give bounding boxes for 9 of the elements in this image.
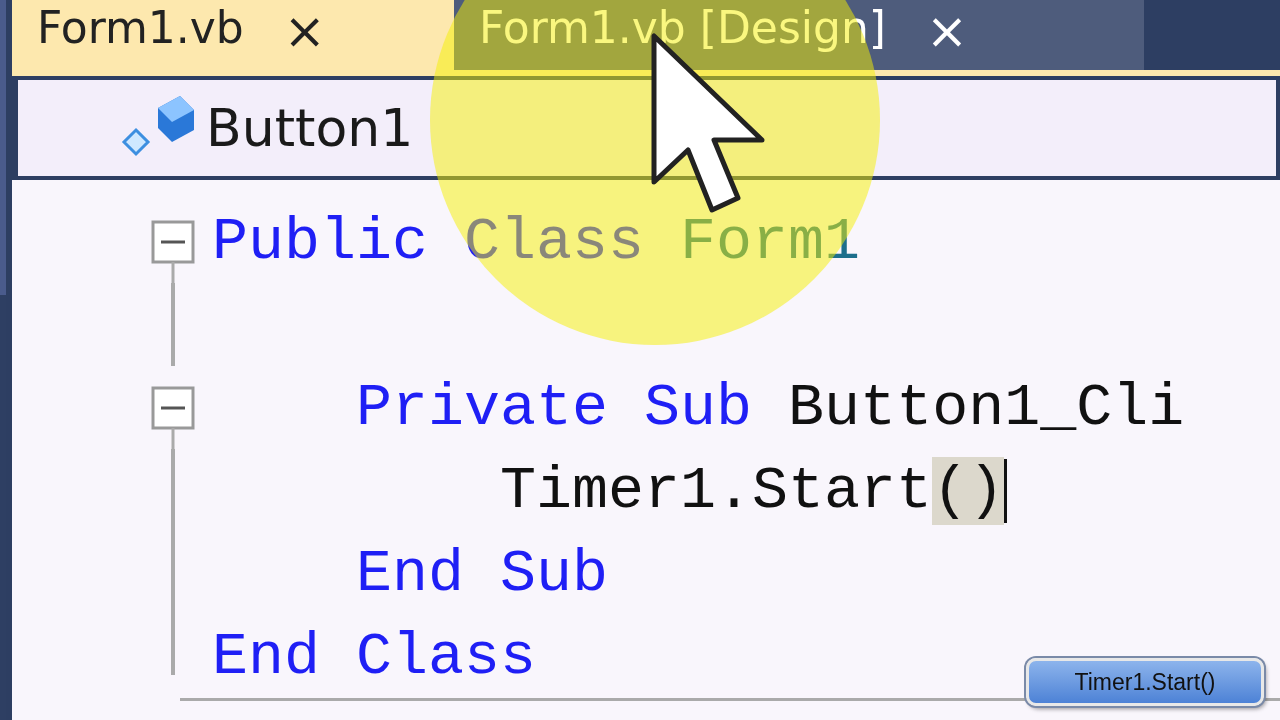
- document-tab[interactable]: Form1.vb ×: [12, 0, 454, 70]
- member-dropdown[interactable]: Button1: [206, 98, 414, 158]
- toolbox-panel[interactable]: [0, 0, 7, 295]
- close-button[interactable]: ×: [926, 6, 968, 56]
- code-line: End Class: [212, 626, 537, 687]
- close-button[interactable]: ×: [283, 6, 326, 56]
- code-line: End Sub: [355, 543, 609, 604]
- caption-button[interactable]: Timer1.Start(): [1026, 658, 1264, 706]
- code-line: Private Sub Button1_Cli: [355, 377, 1185, 438]
